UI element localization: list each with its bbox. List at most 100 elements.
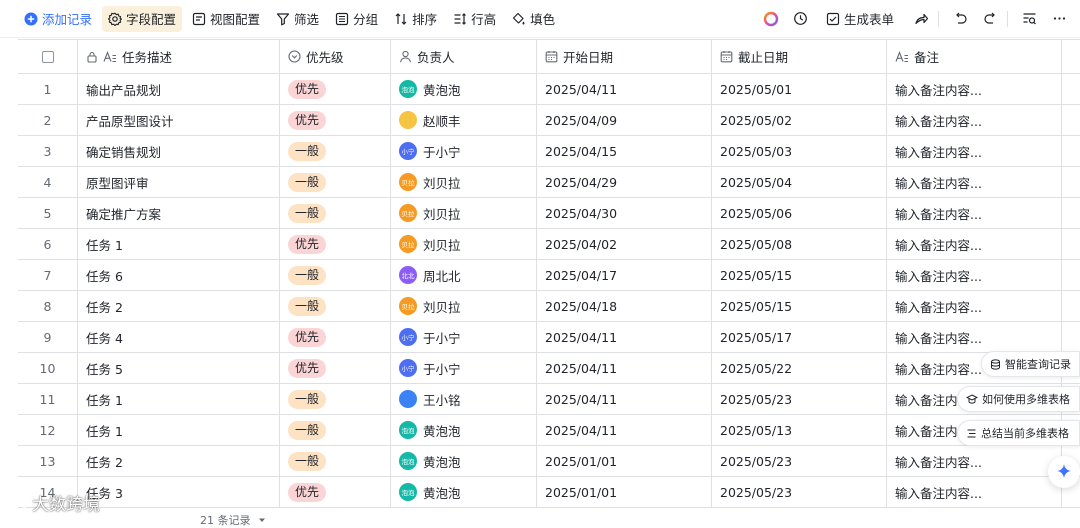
column-header-priority[interactable]: 优先级 (280, 40, 391, 73)
row-index[interactable]: 12 (18, 415, 78, 445)
table-row[interactable]: 8 任务 2 一般 贝拉 刘贝拉 2025/04/18 2025/05/15 输入备注内容..… (18, 291, 1080, 322)
owner-cell[interactable]: 贝拉 刘贝拉 (391, 229, 537, 259)
start-date-cell[interactable]: 2025/04/09 (537, 105, 712, 135)
ai-sparkle-button[interactable] (1048, 456, 1080, 488)
start-date-cell[interactable]: 2025/04/17 (537, 260, 712, 290)
task-cell[interactable]: 确定推广方案 (78, 198, 280, 228)
field-config-button[interactable]: 字段配置 (102, 5, 183, 32)
end-date-cell[interactable]: 2025/05/04 (712, 167, 887, 197)
start-date-cell[interactable]: 2025/04/30 (537, 198, 712, 228)
task-cell[interactable]: 任务 1 (78, 229, 280, 259)
task-cell[interactable]: 原型图评审 (78, 167, 280, 197)
note-cell[interactable]: 输入备注内容... (887, 198, 1062, 228)
select-all-cell[interactable] (18, 40, 78, 73)
table-row[interactable]: 9 任务 4 优先 小宁 于小宁 2025/04/11 2025/05/17 输入备注内容..… (18, 322, 1080, 353)
smart-query-button[interactable]: 智能查询记录 (981, 351, 1080, 377)
start-date-cell[interactable]: 2025/04/11 (537, 384, 712, 414)
priority-cell[interactable]: 优先 (280, 477, 391, 507)
priority-cell[interactable]: 一般 (280, 198, 391, 228)
table-row[interactable]: 6 任务 1 优先 贝拉 刘贝拉 2025/04/02 2025/05/08 输入备注内容..… (18, 229, 1080, 260)
row-index[interactable]: 7 (18, 260, 78, 290)
select-all-checkbox[interactable] (41, 50, 54, 63)
owner-cell[interactable]: 贝拉 刘贝拉 (391, 167, 537, 197)
end-date-cell[interactable]: 2025/05/15 (712, 291, 887, 321)
task-cell[interactable]: 任务 1 (78, 384, 280, 414)
owner-cell[interactable]: 小宁 于小宁 (391, 353, 537, 383)
start-date-cell[interactable]: 2025/04/11 (537, 353, 712, 383)
start-date-cell[interactable]: 2025/04/15 (537, 136, 712, 166)
owner-cell[interactable]: 北北 周北北 (391, 260, 537, 290)
redo-icon[interactable] (977, 6, 1003, 32)
share-icon[interactable] (908, 6, 934, 32)
priority-cell[interactable]: 优先 (280, 105, 391, 135)
owner-cell[interactable]: 小宁 于小宁 (391, 136, 537, 166)
row-index[interactable]: 13 (18, 446, 78, 476)
priority-cell[interactable]: 一般 (280, 260, 391, 290)
task-cell[interactable]: 任务 2 (78, 446, 280, 476)
start-date-cell[interactable]: 2025/04/02 (537, 229, 712, 259)
end-date-cell[interactable]: 2025/05/03 (712, 136, 887, 166)
owner-cell[interactable]: 王小铭 (391, 384, 537, 414)
table-row[interactable]: 11 任务 1 一般 王小铭 2025/04/11 2025/05/23 输入备注内容... (18, 384, 1080, 415)
how-to-use-button[interactable]: 如何使用多维表格 (957, 386, 1080, 412)
sort-button[interactable]: 排序 (388, 6, 443, 32)
priority-cell[interactable]: 一般 (280, 415, 391, 445)
table-row[interactable]: 2 产品原型图设计 优先 赵顺丰 2025/04/09 2025/05/02 输入备注内容.… (18, 105, 1080, 136)
summarize-button[interactable]: 总结当前多维表格 (957, 420, 1080, 446)
note-cell[interactable]: 输入备注内容... (887, 229, 1062, 259)
row-index[interactable]: 6 (18, 229, 78, 259)
table-row[interactable]: 5 确定推广方案 一般 贝拉 刘贝拉 2025/04/30 2025/05/06 输入备注内容… (18, 198, 1080, 229)
note-cell[interactable]: 输入备注内容... (887, 477, 1062, 507)
task-cell[interactable]: 输出产品规划 (78, 74, 280, 104)
table-row[interactable]: 12 任务 1 一般 泡泡 黄泡泡 2025/04/11 2025/05/13 输入备注内容.… (18, 415, 1080, 446)
table-row[interactable]: 14 任务 3 优先 泡泡 黄泡泡 2025/01/01 2025/05/23 输入备注内容.… (18, 477, 1080, 508)
column-header-end-date[interactable]: 截止日期 (712, 40, 887, 73)
priority-cell[interactable]: 优先 (280, 322, 391, 352)
start-date-cell[interactable]: 2025/04/11 (537, 74, 712, 104)
end-date-cell[interactable]: 2025/05/02 (712, 105, 887, 135)
end-date-cell[interactable]: 2025/05/01 (712, 74, 887, 104)
search-list-icon[interactable] (1016, 6, 1042, 32)
task-cell[interactable]: 任务 5 (78, 353, 280, 383)
priority-cell[interactable]: 一般 (280, 136, 391, 166)
table-row[interactable]: 10 任务 5 优先 小宁 于小宁 2025/04/11 2025/05/22 输入备注内容.… (18, 353, 1080, 384)
column-header-start-date[interactable]: 开始日期 (537, 40, 712, 73)
note-cell[interactable]: 输入备注内容... (887, 105, 1062, 135)
column-header-owner[interactable]: 负责人 (391, 40, 537, 73)
start-date-cell[interactable]: 2025/04/18 (537, 291, 712, 321)
row-index[interactable]: 1 (18, 74, 78, 104)
task-cell[interactable]: 任务 6 (78, 260, 280, 290)
end-date-cell[interactable]: 2025/05/15 (712, 260, 887, 290)
end-date-cell[interactable]: 2025/05/08 (712, 229, 887, 259)
priority-cell[interactable]: 优先 (280, 74, 391, 104)
row-index[interactable]: 8 (18, 291, 78, 321)
priority-cell[interactable]: 一般 (280, 384, 391, 414)
column-header-task[interactable]: 任务描述 (78, 40, 280, 73)
row-index[interactable]: 11 (18, 384, 78, 414)
end-date-cell[interactable]: 2025/05/17 (712, 322, 887, 352)
task-cell[interactable]: 任务 2 (78, 291, 280, 321)
row-index[interactable]: 5 (18, 198, 78, 228)
generate-form-button[interactable]: 生成表单 (820, 6, 900, 32)
undo-icon[interactable] (947, 6, 973, 32)
priority-cell[interactable]: 一般 (280, 291, 391, 321)
owner-cell[interactable]: 泡泡 黄泡泡 (391, 74, 537, 104)
table-row[interactable]: 4 原型图评审 一般 贝拉 刘贝拉 2025/04/29 2025/05/04 输入备注内容.… (18, 167, 1080, 198)
row-index[interactable]: 3 (18, 136, 78, 166)
record-count-bar[interactable]: 21 条记录 (200, 512, 267, 528)
more-icon[interactable] (1046, 6, 1072, 32)
priority-cell[interactable]: 优先 (280, 229, 391, 259)
note-cell[interactable]: 输入备注内容... (887, 260, 1062, 290)
start-date-cell[interactable]: 2025/04/29 (537, 167, 712, 197)
group-button[interactable]: 分组 (329, 6, 384, 32)
filter-button[interactable]: 筛选 (270, 6, 325, 32)
owner-cell[interactable]: 泡泡 黄泡泡 (391, 415, 537, 445)
start-date-cell[interactable]: 2025/04/11 (537, 415, 712, 445)
owner-cell[interactable]: 小宁 于小宁 (391, 322, 537, 352)
start-date-cell[interactable]: 2025/04/11 (537, 322, 712, 352)
row-index[interactable]: 2 (18, 105, 78, 135)
owner-cell[interactable]: 泡泡 黄泡泡 (391, 446, 537, 476)
history-icon[interactable] (788, 6, 814, 32)
row-height-button[interactable]: 行高 (447, 6, 502, 32)
owner-cell[interactable]: 泡泡 黄泡泡 (391, 477, 537, 507)
